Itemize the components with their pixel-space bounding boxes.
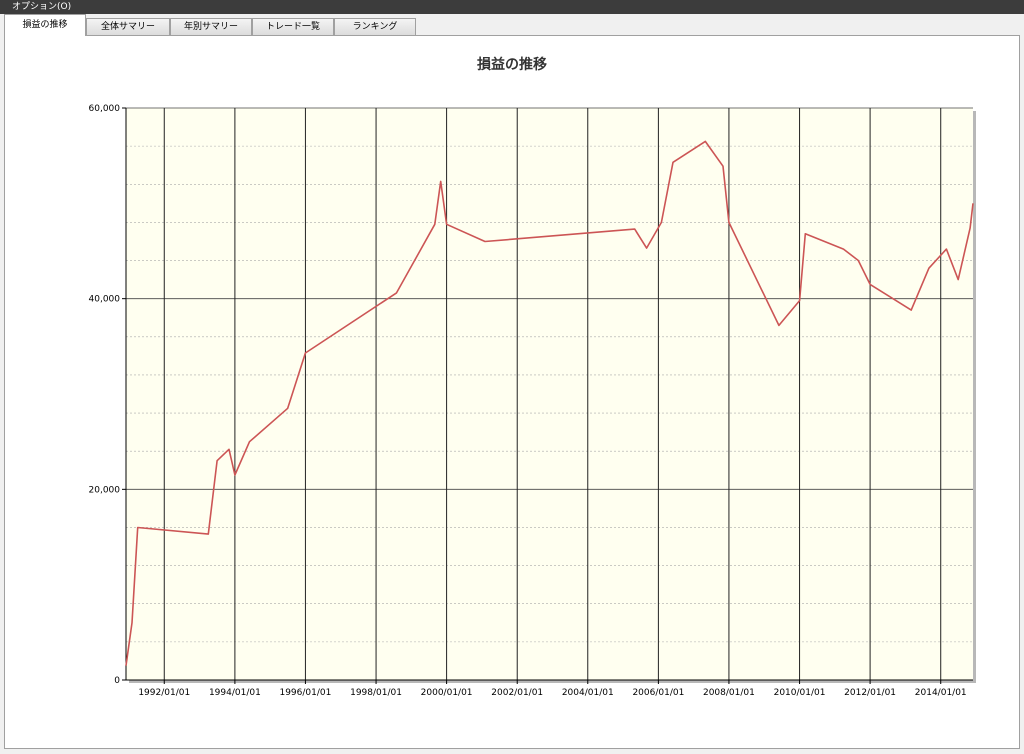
tab-overall-summary[interactable]: 全体サマリー xyxy=(86,18,170,35)
tab-pnl-trend[interactable]: 損益の推移 xyxy=(4,14,86,36)
pnl-chart: 損益の推移 0 20,000 40,000 60,000 1992/01/01 1994… xyxy=(89,56,976,698)
x-tick-label: 2000/01/01 xyxy=(421,688,473,698)
tab-strip: 損益の推移 全体サマリー 年別サマリー トレード一覧 ランキング xyxy=(0,14,1024,36)
x-tick-label: 2006/01/01 xyxy=(632,688,684,698)
x-tick-label: 2012/01/01 xyxy=(844,688,896,698)
chart-panel: 損益の推移 0 20,000 40,000 60,000 1992/01/01 1994… xyxy=(4,35,1020,749)
x-tick-label: 2010/01/01 xyxy=(774,688,826,698)
y-tick-label: 60,000 xyxy=(89,104,121,114)
x-tick-label: 1992/01/01 xyxy=(138,688,190,698)
y-tick-labels: 0 20,000 40,000 60,000 xyxy=(89,104,121,686)
x-tick-labels: 1992/01/01 1994/01/01 1996/01/01 1998/01/01… xyxy=(138,688,966,698)
menu-bar: オプション(O) xyxy=(0,0,1024,14)
y-tick-label: 0 xyxy=(114,676,120,686)
x-tick-label: 1996/01/01 xyxy=(279,688,331,698)
tab-trade-list[interactable]: トレード一覧 xyxy=(252,18,334,35)
x-tick-label: 1998/01/01 xyxy=(350,688,402,698)
chart-title: 損益の推移 xyxy=(477,56,547,73)
plot-area xyxy=(126,108,973,680)
y-tick-label: 40,000 xyxy=(89,295,121,305)
x-tick-label: 1994/01/01 xyxy=(209,688,261,698)
tab-ranking[interactable]: ランキング xyxy=(334,18,416,35)
x-tick-label: 2002/01/01 xyxy=(491,688,543,698)
x-tick-label: 2014/01/01 xyxy=(915,688,967,698)
x-tick-label: 2004/01/01 xyxy=(562,688,614,698)
x-tick-label: 2008/01/01 xyxy=(703,688,755,698)
y-tick-label: 20,000 xyxy=(89,485,121,495)
tab-yearly-summary[interactable]: 年別サマリー xyxy=(170,18,252,35)
menu-option[interactable]: オプション(O) xyxy=(12,0,71,14)
